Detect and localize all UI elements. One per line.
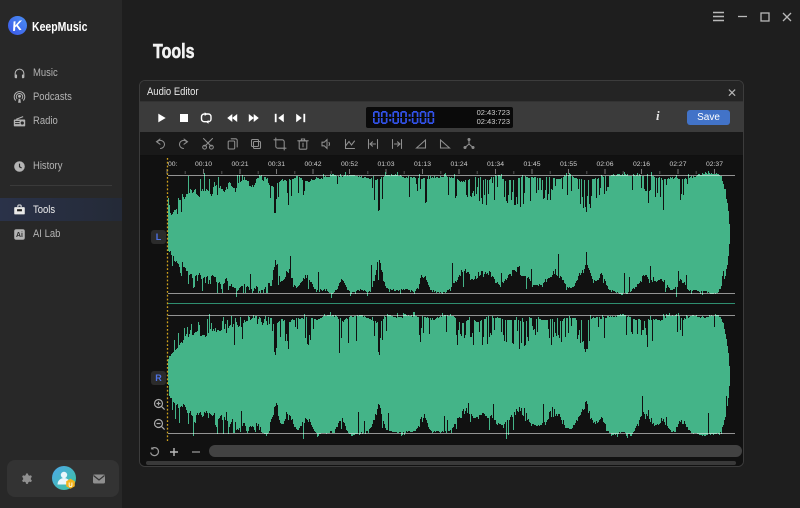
svg-text:00:52: 00:52 bbox=[341, 161, 358, 168]
svg-text:01:13: 01:13 bbox=[414, 161, 431, 168]
svg-text:00:10: 00:10 bbox=[195, 161, 212, 168]
svg-text:02:27: 02:27 bbox=[669, 161, 686, 168]
svg-text:00:21: 00:21 bbox=[231, 161, 248, 168]
svg-text:U: U bbox=[68, 483, 72, 489]
svg-text:01:24: 01:24 bbox=[450, 161, 467, 168]
svg-text:00:: 00: bbox=[168, 161, 178, 168]
svg-text:01:34: 01:34 bbox=[487, 161, 504, 168]
svg-text:00:42: 00:42 bbox=[304, 161, 321, 168]
svg-text:01:03: 01:03 bbox=[377, 161, 394, 168]
svg-text:01:55: 01:55 bbox=[560, 161, 577, 168]
svg-text:02:37: 02:37 bbox=[706, 161, 723, 168]
svg-text:Ai: Ai bbox=[16, 232, 23, 239]
svg-text:02:06: 02:06 bbox=[596, 161, 613, 168]
svg-text:01:45: 01:45 bbox=[523, 161, 540, 168]
svg-text:00:31: 00:31 bbox=[268, 161, 285, 168]
svg-text:02:16: 02:16 bbox=[633, 161, 650, 168]
